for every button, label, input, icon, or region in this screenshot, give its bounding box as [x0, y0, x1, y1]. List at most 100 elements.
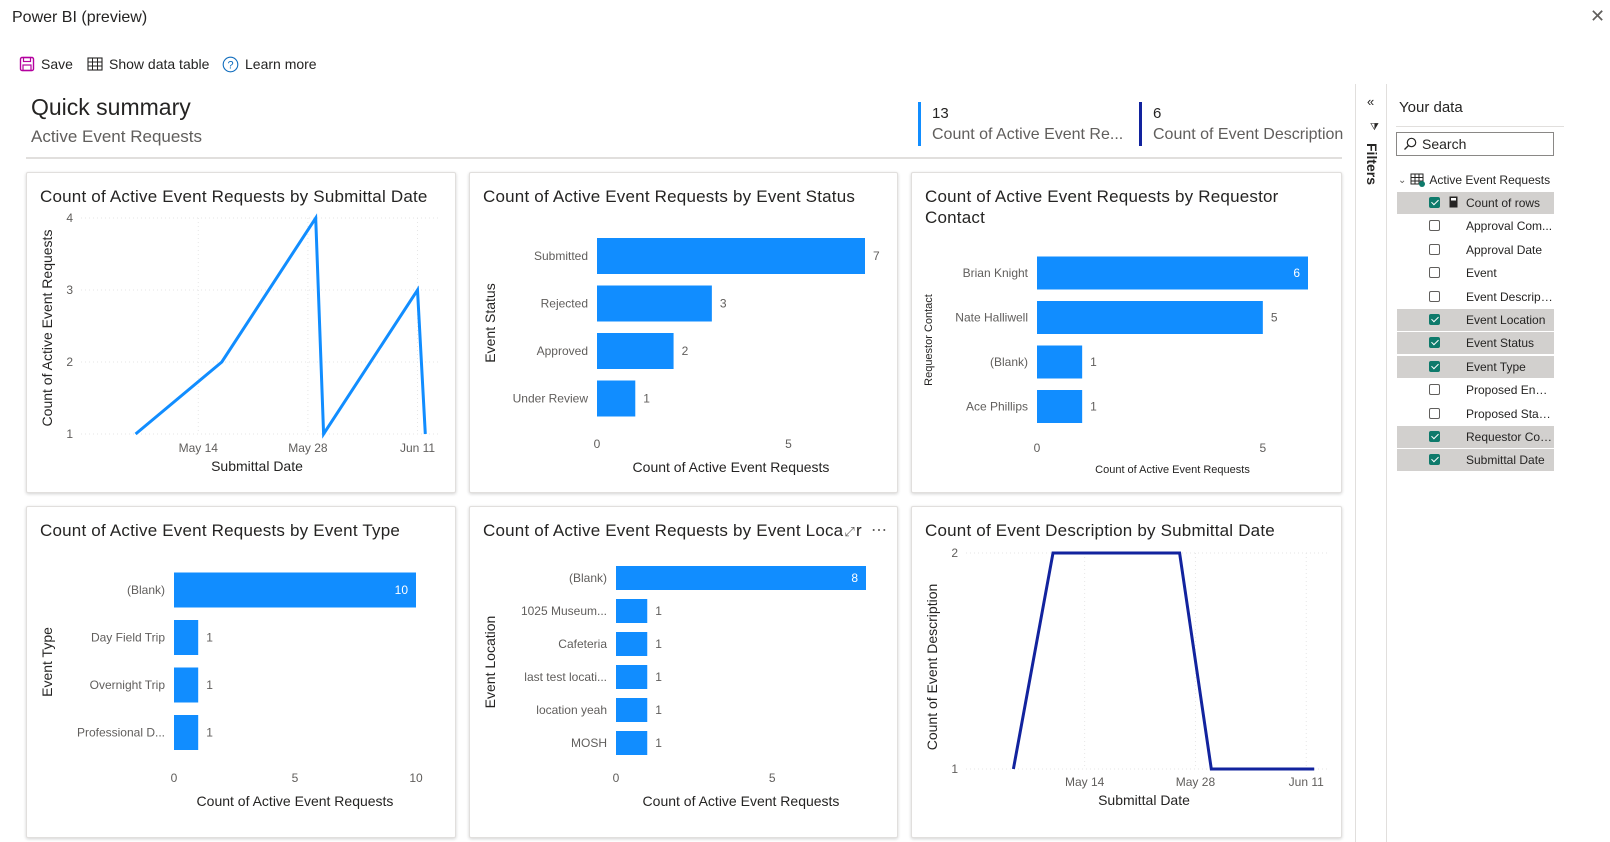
field-item[interactable]: Event Descripti... [1397, 286, 1554, 308]
category-label: Rejected [541, 297, 588, 311]
y-tick-label: 3 [66, 283, 73, 297]
table-name: Active Event Requests [1429, 173, 1551, 187]
field-label: Approval Com... [1466, 219, 1553, 234]
field-item[interactable]: Submittal Date [1397, 449, 1554, 472]
data-label: 1 [643, 392, 650, 406]
series-line [1011, 551, 1315, 771]
chart-card-event-status[interactable]: Count of Active Event Requests by Event … [469, 172, 898, 493]
bar [597, 238, 865, 274]
category-label: Overnight Trip [90, 678, 166, 692]
field-item[interactable]: Approval Com... [1397, 215, 1554, 237]
field-checkbox[interactable] [1429, 267, 1440, 279]
save-button[interactable]: Save [19, 50, 73, 78]
search-box[interactable] [1396, 132, 1554, 156]
field-item[interactable]: Event Status [1397, 332, 1554, 355]
x-tick-label: 5 [769, 771, 776, 785]
field-item[interactable]: Proposed End ... [1397, 379, 1554, 401]
y-tick-label: 2 [66, 355, 73, 369]
bar-chart: Brian Knight 6 Nate Halliwell 5 (Blank) 1 Ace … [923, 256, 1308, 476]
category-label: Submitted [534, 249, 588, 263]
close-icon[interactable]: ✕ [1590, 6, 1605, 27]
field-label: Approval Date [1466, 242, 1543, 257]
show-data-table-label: Show data table [109, 56, 210, 72]
chart-card-requestor-contact[interactable]: Count of Active Event Requests by Reques… [911, 172, 1342, 493]
title-bar: Power BI (preview) ✕ [0, 0, 1610, 38]
bar [616, 731, 648, 755]
data-label: 1 [655, 703, 662, 717]
collapse-icon[interactable]: « [1367, 94, 1374, 109]
table-node[interactable]: ⌄ Active Event Requests [1398, 171, 1550, 189]
x-axis-title: Submittal Date [211, 458, 303, 474]
filters-label[interactable]: Filters [1364, 143, 1380, 185]
field-checkbox[interactable] [1429, 407, 1440, 419]
table-icon [87, 57, 103, 71]
data-label: 1 [655, 637, 662, 651]
bar-chart: Submitted 7 Rejected 3 Approved 2 Under Review… [482, 238, 880, 475]
kpi-value: 6 [1153, 105, 1162, 122]
chevron-down-icon[interactable]: ⌄ [1398, 175, 1406, 186]
x-axis-title: Count of Active Event Requests [633, 459, 830, 475]
field-checkbox[interactable] [1429, 384, 1440, 396]
category-label: MOSH [571, 736, 607, 750]
field-checkbox[interactable] [1429, 431, 1440, 442]
field-label: Proposed Start ... [1466, 406, 1554, 421]
data-label: 1 [206, 631, 213, 645]
learn-more-label: Learn more [245, 56, 317, 72]
field-checkbox[interactable] [1429, 290, 1440, 302]
show-data-table-button[interactable]: Show data table [87, 50, 209, 78]
y-tick-label: 4 [66, 211, 73, 225]
chart-card-event-location[interactable]: Count of Active Event Requests by Event … [469, 506, 898, 838]
field-item[interactable]: Proposed Start ... [1397, 403, 1554, 425]
data-label: 3 [720, 297, 727, 311]
x-axis-title: Count of Active Event Requests [643, 793, 840, 809]
field-item[interactable]: Event [1397, 262, 1554, 284]
y-axis-title: Event Status [482, 283, 498, 362]
line-chart: 1 2 May 14 May 28 Jun 11 Submittal Date Count … [924, 546, 1330, 808]
field-checkbox[interactable] [1429, 454, 1440, 466]
x-tick-label: 10 [409, 771, 423, 785]
chart-card-submittal-date[interactable]: Count of Active Event Requests by Submit… [26, 172, 456, 493]
field-checkbox[interactable] [1429, 314, 1440, 325]
data-label: 5 [1271, 311, 1278, 325]
field-item[interactable]: Event Type [1397, 355, 1554, 378]
y-axis-title: Event Type [39, 627, 55, 697]
field-label: Event Status [1466, 336, 1535, 351]
search-input[interactable] [1422, 136, 1542, 152]
x-tick-label: 0 [171, 771, 178, 785]
chart-card-event-description[interactable]: Count of Event Description by Submittal … [911, 506, 1342, 838]
bar [616, 698, 648, 722]
learn-more-button[interactable]: ? Learn more [222, 50, 317, 78]
category-label: Professional D... [77, 726, 165, 740]
category-label: Day Field Trip [91, 631, 165, 645]
field-item[interactable]: Requestor Cont... [1397, 426, 1554, 448]
filters-pane-collapsed[interactable] [1355, 84, 1386, 842]
field-checkbox[interactable] [1429, 197, 1440, 208]
field-checkbox[interactable] [1429, 243, 1440, 255]
field-item[interactable]: Event Location [1397, 309, 1554, 331]
data-label: 1 [655, 604, 662, 618]
field-label: Submittal Date [1466, 453, 1545, 468]
field-label: Proposed End ... [1466, 383, 1554, 398]
category-label: last test locati... [524, 670, 607, 684]
category-label: Ace Phillips [966, 400, 1028, 414]
field-checkbox[interactable] [1429, 337, 1440, 349]
chart-card-event-type[interactable]: Count of Active Event Requests by Event … [26, 506, 456, 838]
field-item[interactable]: Count of rows [1397, 192, 1554, 214]
field-item[interactable]: Approval Date [1397, 239, 1554, 261]
help-icon: ? [222, 56, 239, 72]
table-icon [1410, 173, 1426, 187]
data-pane-divider [1396, 126, 1564, 127]
field-label: Count of rows [1466, 196, 1541, 210]
bar [1037, 256, 1308, 290]
filter-icon: ⧩ [1370, 122, 1379, 133]
kpi-label: Count of Active Event Re... [932, 126, 1124, 143]
field-checkbox[interactable] [1429, 220, 1440, 232]
y-tick-label: 1 [66, 427, 73, 441]
bar [616, 599, 648, 623]
x-axis-title: Count of Active Event Requests [1095, 464, 1250, 476]
x-tick-label: 0 [594, 437, 601, 451]
kpi-label: Count of Event Description [1153, 126, 1344, 143]
bar-chart: (Blank) 8 1025 Museum... 1 Cafeteria 1 last te… [482, 566, 866, 809]
data-label: 6 [1293, 266, 1300, 280]
field-checkbox[interactable] [1429, 360, 1440, 372]
